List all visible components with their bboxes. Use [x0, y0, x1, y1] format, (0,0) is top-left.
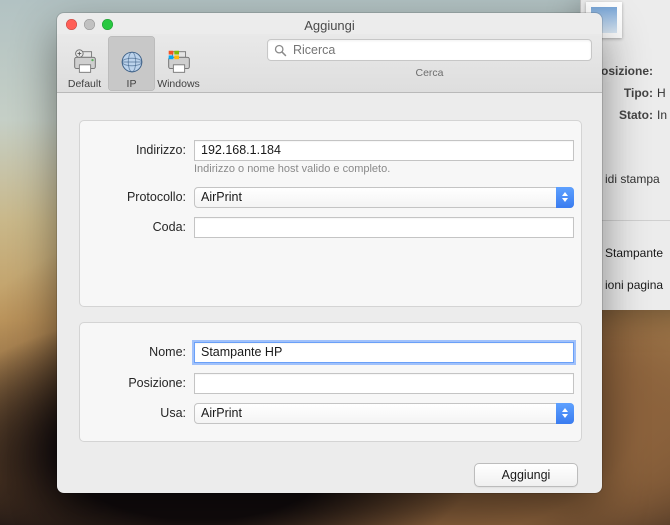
tab-label: IP	[127, 78, 137, 90]
titlebar: Aggiungi	[57, 13, 602, 34]
windows-printer-icon	[164, 48, 194, 76]
address-value: 192.168.1.184	[201, 143, 281, 157]
chevron-updown-icon	[556, 403, 574, 424]
protocol-value: AirPrint	[201, 190, 242, 204]
tab-ip[interactable]: IP	[108, 36, 155, 91]
location-label: Posizione:	[80, 376, 194, 390]
search-input[interactable]	[267, 39, 592, 61]
protocol-select[interactable]: AirPrint	[194, 187, 574, 208]
search-field[interactable]	[291, 42, 585, 58]
add-button-label: Aggiungi	[502, 468, 551, 482]
close-icon[interactable]	[66, 19, 77, 30]
connection-panel: Indirizzo: 192.168.1.184 Indirizzo o nom…	[79, 120, 582, 307]
use-value: AirPrint	[201, 406, 242, 420]
tab-label: Windows	[157, 78, 200, 90]
name-value: Stampante HP	[201, 345, 282, 359]
use-select[interactable]: AirPrint	[194, 403, 574, 424]
globe-icon	[117, 48, 147, 76]
tab-label: Default	[68, 78, 101, 90]
address-field[interactable]: 192.168.1.184	[194, 140, 574, 161]
minimize-icon	[84, 19, 95, 30]
tab-default[interactable]: Default	[61, 36, 108, 91]
address-hint: Indirizzo o nome host valido e completo.	[194, 163, 390, 175]
search-icon	[274, 44, 287, 57]
queue-label: Coda:	[80, 220, 194, 234]
printer-icon	[70, 48, 100, 76]
zoom-icon[interactable]	[102, 19, 113, 30]
window-title: Aggiungi	[304, 15, 355, 33]
add-button[interactable]: Aggiungi	[474, 463, 578, 487]
tab-windows[interactable]: Windows	[155, 36, 202, 91]
name-label: Nome:	[80, 345, 194, 359]
identity-panel: Nome: Stampante HP Posizione: Usa: AirPr…	[79, 322, 582, 442]
bg-printer-link[interactable]: Stampante	[605, 246, 663, 260]
location-field[interactable]	[194, 373, 574, 394]
chevron-updown-icon	[556, 187, 574, 208]
add-printer-window: Aggiungi Default	[57, 13, 602, 493]
bg-type-value: H	[657, 86, 666, 100]
protocol-label: Protocollo:	[80, 190, 194, 204]
address-label: Indirizzo:	[80, 143, 194, 157]
queue-field[interactable]	[194, 217, 574, 238]
search-caption: Cerca	[267, 67, 592, 79]
name-field[interactable]: Stampante HP	[194, 342, 574, 363]
bg-state-value: In	[657, 108, 667, 122]
toolbar: Default IP	[57, 34, 602, 93]
bg-share-button[interactable]: idi stampa	[605, 172, 660, 186]
bg-page-link[interactable]: ioni pagina	[605, 278, 663, 292]
use-label: Usa:	[80, 406, 194, 420]
